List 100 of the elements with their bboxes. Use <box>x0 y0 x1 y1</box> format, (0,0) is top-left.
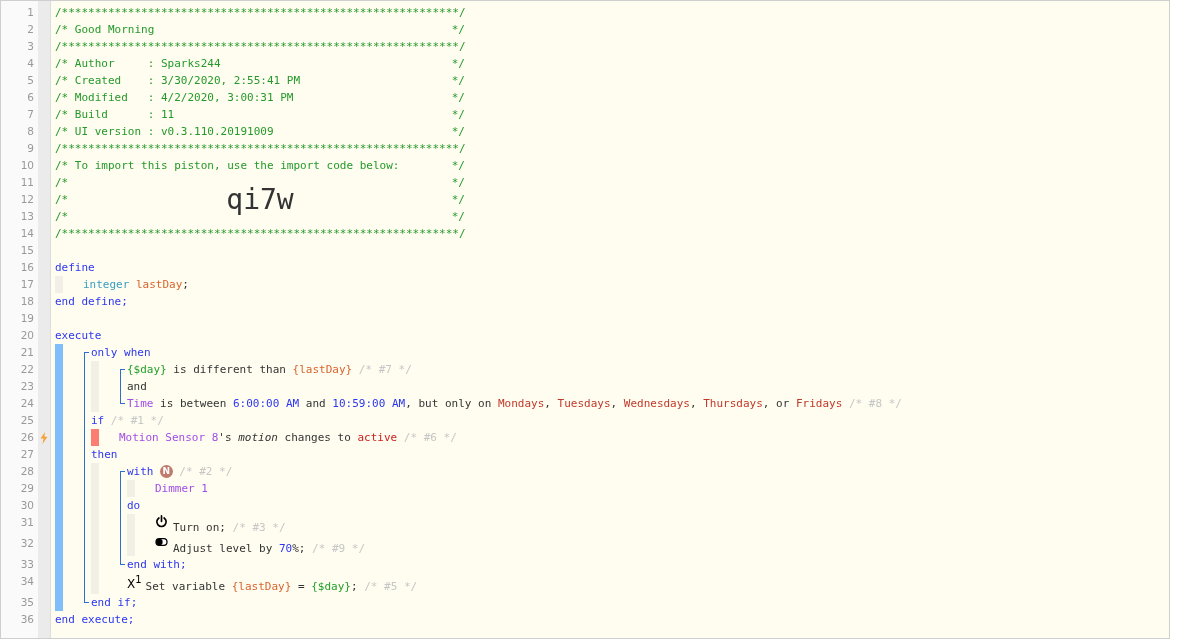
statement-comment: /* #3 */ <box>232 521 286 534</box>
toggle-icon <box>155 538 168 546</box>
code-text: , <box>544 397 552 410</box>
line-number: 31 <box>19 515 34 530</box>
statement-comment: /* #5 */ <box>364 580 418 593</box>
comment: */ <box>451 91 465 104</box>
comment: /* <box>55 176 69 189</box>
code-text: = <box>296 580 306 593</box>
line-number: 15 <box>19 243 34 258</box>
code-text: , <box>610 397 619 410</box>
comment: */ <box>451 176 465 189</box>
line-number: 19 <box>19 311 34 326</box>
keyword: end if; <box>91 596 138 609</box>
comment: /* Created : 3/30/2020, 2:55:41 PM <box>55 74 301 87</box>
comment: /************************************************************/ <box>55 227 466 240</box>
line-number: 9 <box>26 141 34 156</box>
code-text: is different than <box>172 363 287 376</box>
day-name: Thursdays <box>703 397 763 410</box>
line-number: 36 <box>19 612 34 627</box>
comment: */ <box>451 125 465 138</box>
keyword: do <box>127 499 141 512</box>
keyword: end define; <box>55 295 128 308</box>
type-keyword: integer <box>83 278 130 291</box>
line-number: 1 <box>26 5 34 20</box>
statement-comment: /* #6 */ <box>403 431 457 444</box>
line-number: 27 <box>19 447 34 462</box>
line-number: 11 <box>19 175 34 190</box>
code-text: and <box>304 397 327 410</box>
comment: */ <box>451 108 465 121</box>
line-number: 12 <box>19 192 34 207</box>
line-number: 22 <box>19 362 34 377</box>
day-name: Mondays <box>497 397 545 410</box>
code-text: ; <box>350 580 358 593</box>
line-number: 34 <box>19 574 34 589</box>
keyword: execute <box>55 329 102 342</box>
value-text: 10:59:00 AM <box>332 397 406 410</box>
variable-name: {lastDay} <box>231 580 292 593</box>
system-variable: {$day} <box>311 580 351 593</box>
statement-comment: /* #9 */ <box>312 542 366 555</box>
trigger-bar <box>91 429 99 446</box>
system-variable: {$day} <box>127 363 167 376</box>
comment: /* Modified : 4/2/2020, 3:00:31 PM <box>55 91 294 104</box>
code-text: , or <box>762 397 791 410</box>
comment: /************************************************************/ <box>55 6 466 19</box>
line-number: 24 <box>19 396 34 411</box>
keyword: if <box>91 414 105 427</box>
comment: */ <box>451 74 465 87</box>
line-number: 6 <box>26 90 34 105</box>
power-icon <box>155 515 168 528</box>
value-text: active <box>357 431 398 444</box>
line-number: 2 <box>26 22 34 37</box>
statement-comment: /* #2 */ <box>179 465 233 478</box>
comment: /* UI version : v0.3.110.20191009 <box>55 125 274 138</box>
day-name: Wednesdays <box>623 397 690 410</box>
line-number: 30 <box>19 498 34 513</box>
statement-comment: /* #1 */ <box>110 414 164 427</box>
comment: /************************************************************/ <box>55 40 466 53</box>
device-name: Motion Sensor 8 <box>119 431 219 444</box>
keyword: with <box>127 465 154 478</box>
device-name: Dimmer 1 <box>155 482 208 495</box>
comment: /* Good Morning <box>55 23 155 36</box>
line-number: 5 <box>26 73 34 88</box>
line-number: 25 <box>19 413 34 428</box>
keyword: end execute; <box>55 613 135 626</box>
code-text: changes to <box>283 431 352 444</box>
line-number: 29 <box>19 481 34 496</box>
line-number: 21 <box>19 345 34 360</box>
comment: /* <box>55 193 69 206</box>
day-name: Fridays <box>796 397 843 410</box>
line-number: 20 <box>19 328 34 343</box>
variable-symbol: X$^{1}$ <box>127 574 142 591</box>
letter-badge: N <box>159 465 173 478</box>
line-number: 16 <box>19 260 34 275</box>
line-number: 7 <box>26 107 34 122</box>
line-number: 35 <box>19 595 34 610</box>
code-text: is between <box>159 397 228 410</box>
keyword: only when <box>91 346 151 359</box>
comment: /* <box>55 210 69 223</box>
line-number: 23 <box>19 379 34 394</box>
line-number: 28 <box>19 464 34 479</box>
attribute-name: motion <box>238 431 278 444</box>
code-text: and <box>127 380 147 393</box>
comment: */ <box>451 57 465 70</box>
code-text: 's <box>218 431 233 444</box>
line-number: 14 <box>19 226 34 241</box>
keyword: end with; <box>127 558 187 571</box>
code-text: %; <box>292 542 306 555</box>
comment: */ <box>451 23 465 36</box>
statement-comment: /* #7 */ <box>358 363 412 376</box>
keyword: then <box>91 448 118 461</box>
comment: /* Author : Sparks244 <box>55 57 221 70</box>
comment: */ <box>451 193 465 206</box>
variable-name: {lastDay} <box>292 363 353 376</box>
device-name: Time <box>127 397 154 410</box>
variable-name: lastDay <box>135 278 183 291</box>
code-text: ; <box>182 278 189 291</box>
line-number: 18 <box>19 294 34 309</box>
keyword: define <box>55 261 95 274</box>
line-number: 13 <box>19 209 34 224</box>
day-name: Tuesdays <box>557 397 611 410</box>
